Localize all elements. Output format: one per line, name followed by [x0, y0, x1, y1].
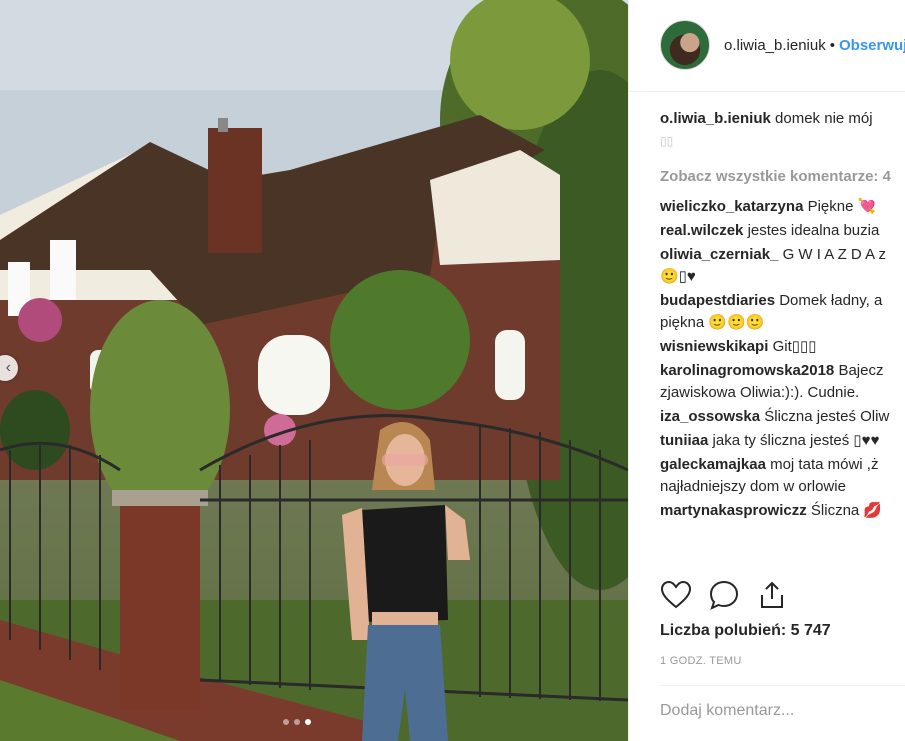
- comment-text: G W I A Z D A z: [782, 246, 886, 263]
- comment-item: martynakasprowiczz Śliczna 💋: [660, 500, 905, 522]
- comment-text: Śliczna jesteś Oliw: [764, 408, 890, 425]
- header-line: o.liwia_b.ieniuk • Obserwuj: [724, 37, 905, 54]
- carousel-dot: [283, 719, 289, 725]
- comment-item: oliwia_czerniak_ G W I A Z D A z 🙂▯♥: [660, 244, 905, 288]
- comment-text: Git▯▯▯: [772, 338, 817, 355]
- comment-item: real.wilczek jestes idealna buzia: [660, 220, 905, 242]
- add-comment-input[interactable]: [660, 702, 900, 720]
- follow-button[interactable]: Obserwuj: [839, 37, 905, 54]
- comment-username[interactable]: wieliczko_katarzyna: [660, 198, 803, 215]
- carousel-dot-active: [305, 719, 311, 725]
- share-button[interactable]: [755, 578, 789, 612]
- comment-text: Śliczna 💋: [810, 502, 883, 519]
- comment-text: Bajecz: [838, 362, 884, 379]
- comment-text-continued: zjawiskowa Oliwia:):). Cudnie.: [660, 384, 860, 401]
- comment-username[interactable]: karolinagromowska2018: [660, 362, 834, 379]
- post-actions: [659, 578, 789, 612]
- comment-button[interactable]: [707, 578, 741, 612]
- view-all-comments-link[interactable]: Zobacz wszystkie komentarze: 4: [660, 166, 905, 188]
- comment-item: tuniiaa jaka ty śliczna jesteś ▯♥♥: [660, 430, 905, 452]
- post-header: o.liwia_b.ieniuk • Obserwuj: [629, 0, 905, 92]
- comment-username[interactable]: galeckamajkaa: [660, 456, 766, 473]
- comment-item: iza_ossowska Śliczna jesteś Oliw: [660, 406, 905, 428]
- comment-item: budapestdiaries Domek ładny, a piękna 🙂🙂…: [660, 290, 905, 334]
- post-timestamp: 1 GODZ. TEMU: [660, 655, 742, 667]
- avatar[interactable]: [660, 20, 710, 70]
- comment-username[interactable]: martynakasprowiczz: [660, 502, 807, 519]
- share-icon: [761, 581, 783, 608]
- comment-item: wisniewskikapi Git▯▯▯: [660, 336, 905, 358]
- heart-icon: [661, 581, 691, 609]
- comment-text-continued: 🙂▯♥: [660, 268, 696, 285]
- divider: [660, 685, 905, 686]
- comment-text: jestes idealna buzia: [747, 222, 880, 239]
- comment-text: moj tata mówi ,ż: [770, 456, 879, 473]
- like-button[interactable]: [659, 578, 693, 612]
- comment-username[interactable]: tuniiaa: [660, 432, 708, 449]
- post-sidebar: o.liwia_b.ieniuk • Obserwuj o.liwia_b.ieni…: [628, 0, 905, 741]
- comment-text: Piękne 💘: [807, 198, 877, 215]
- comment-item: galeckamajkaa moj tata mówi ,ż najładnie…: [660, 454, 905, 498]
- post-photo[interactable]: ‹: [0, 0, 628, 741]
- speech-bubble-icon: [709, 580, 739, 610]
- comment-item: wieliczko_katarzyna Piękne 💘: [660, 196, 905, 218]
- comment-username[interactable]: iza_ossowska: [660, 408, 760, 425]
- comment-username[interactable]: wisniewskikapi: [660, 338, 768, 355]
- caption-username[interactable]: o.liwia_b.ieniuk: [660, 110, 771, 127]
- header-username[interactable]: o.liwia_b.ieniuk: [724, 37, 826, 54]
- likes-count[interactable]: Liczba polubień: 5 747: [660, 622, 831, 640]
- caption-text: domek nie mój: [775, 110, 873, 127]
- comment-username[interactable]: oliwia_czerniak_: [660, 246, 778, 263]
- caption: o.liwia_b.ieniuk domek nie mój: [660, 108, 905, 130]
- comment-username[interactable]: budapestdiaries: [660, 292, 775, 309]
- header-separator: •: [829, 37, 835, 54]
- comment-text: jaka ty śliczna jesteś ▯♥♥: [712, 432, 880, 449]
- carousel-dots: [283, 719, 311, 725]
- photo-illustration: [0, 0, 628, 741]
- comments-list: o.liwia_b.ieniuk domek nie mój ▯▯ Zobacz…: [660, 108, 905, 524]
- comment-username[interactable]: real.wilczek: [660, 222, 743, 239]
- caption-tail: ▯▯: [660, 134, 674, 148]
- carousel-dot: [294, 719, 300, 725]
- comment-text-continued: piękna 🙂🙂🙂: [660, 314, 765, 331]
- comment-item: karolinagromowska2018 Bajecz zjawiskowa …: [660, 360, 905, 404]
- comment-text-continued: najładniejszy dom w orlowie: [660, 478, 846, 495]
- comment-text: Domek ładny, a: [779, 292, 883, 309]
